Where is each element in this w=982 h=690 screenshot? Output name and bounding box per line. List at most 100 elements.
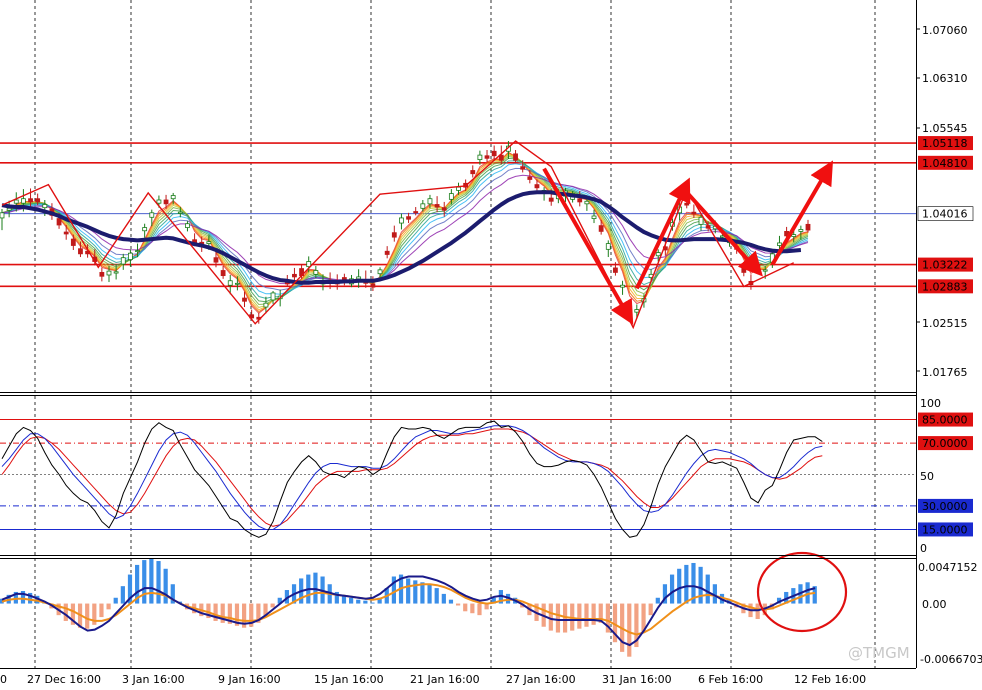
candle-body — [434, 204, 440, 208]
stochastic-panel — [0, 419, 916, 538]
candle-body — [42, 204, 48, 209]
price-level-label: 1.03222 — [922, 259, 968, 272]
osc-bar — [677, 568, 682, 604]
osc-bar — [555, 603, 561, 633]
x-tick: 31 Jan 16:00 — [602, 673, 672, 686]
osc-bar — [391, 576, 397, 604]
candle-body — [313, 270, 319, 275]
candle-body — [120, 257, 126, 265]
osc-bar — [270, 603, 275, 608]
candle-body — [13, 199, 19, 204]
osc-bar — [113, 597, 118, 604]
candle-body — [149, 212, 155, 218]
stoch-level-label: 15.0000 — [922, 523, 968, 536]
candle-body — [406, 216, 411, 220]
candle-body — [163, 199, 169, 205]
candle-body — [634, 309, 640, 313]
candle-body — [420, 203, 426, 209]
osc-bar — [548, 603, 553, 631]
candle-body — [548, 197, 554, 202]
osc-bar — [463, 603, 468, 612]
stoch-tick: 100 — [920, 397, 941, 410]
price-tick: 1.02515 — [922, 317, 968, 330]
osc-tick: 0.00 — [922, 598, 947, 611]
osc-bar — [434, 588, 439, 604]
candle-body — [620, 284, 625, 288]
osc-bar — [20, 590, 26, 604]
candle-body — [356, 276, 362, 280]
candle-body — [391, 232, 397, 238]
candle-body — [762, 269, 768, 272]
oscillator-panel — [0, 551, 848, 657]
price-tick: 1.07060 — [922, 24, 968, 37]
candle-body — [227, 280, 233, 286]
osc-bar — [120, 586, 125, 604]
candle-body — [234, 282, 240, 285]
osc-bar — [420, 582, 425, 604]
candle-body — [206, 241, 212, 244]
osc-bar — [156, 561, 161, 604]
candle-body — [20, 198, 26, 204]
stoch-level-label: 30.0000 — [922, 500, 968, 513]
candle-body — [292, 273, 297, 278]
candle-body — [170, 195, 176, 200]
candle-body — [213, 257, 219, 263]
grid-lines — [34, 0, 876, 668]
candle-body — [220, 270, 226, 277]
stoch-level-label: 70.0000 — [922, 437, 968, 450]
candle-body — [185, 223, 190, 228]
osc-bar — [477, 603, 482, 616]
candle-body — [448, 193, 454, 200]
candle-body — [127, 252, 133, 260]
osc-bar — [591, 603, 596, 625]
x-tick: 9 Jan 16:00 — [218, 673, 281, 686]
x-tick: 27 Jan 16:00 — [506, 673, 576, 686]
stoch-tick: 0 — [920, 542, 927, 555]
osc-bar — [413, 580, 418, 604]
candle-body — [56, 218, 62, 226]
osc-bar — [349, 597, 354, 604]
candle-body — [6, 207, 12, 211]
osc-bar — [99, 603, 104, 618]
candle-body — [577, 198, 583, 203]
osc-bar — [406, 578, 411, 604]
candle-body — [520, 166, 526, 170]
price-level-label: 1.05118 — [922, 137, 968, 150]
osc-bar — [648, 603, 653, 616]
price-y-axis-labels: 1.07060 1.06310 1.05545 1.02515 1.01765 — [922, 24, 968, 379]
trend-arrow — [635, 177, 691, 290]
candle-body — [484, 155, 490, 159]
candle-body — [177, 211, 183, 214]
candle-body — [755, 264, 761, 267]
candle-body — [70, 238, 76, 246]
price-tick: 1.05545 — [922, 122, 968, 135]
candle-body — [399, 217, 404, 224]
x-tick: 6 Feb 16:00 — [698, 673, 763, 686]
candle-body — [270, 292, 276, 301]
candle-body — [456, 186, 461, 191]
x-tick: 0 — [0, 673, 7, 686]
stoch-tick: 50 — [920, 470, 934, 483]
candle-body — [584, 200, 590, 205]
candle-body — [777, 242, 782, 246]
stoch-k-line — [1, 420, 823, 538]
candle-body — [605, 243, 611, 250]
candle-body — [513, 153, 518, 161]
candle-body — [534, 184, 540, 189]
price-level-label: 1.04016 — [922, 208, 968, 221]
candle-body — [691, 211, 697, 215]
osc-bar — [684, 564, 689, 604]
x-axis-labels: 0 27 Dec 16:00 3 Jan 16:00 9 Jan 16:00 1… — [0, 673, 866, 686]
osc-bar — [106, 603, 111, 610]
candle-body — [791, 234, 797, 237]
osc-bar — [341, 595, 347, 604]
osc-bar — [698, 566, 703, 604]
osc-bar — [577, 603, 582, 629]
candle-body — [113, 271, 119, 274]
candle-body — [684, 202, 690, 206]
candle-body — [591, 215, 597, 219]
candle-body — [413, 211, 419, 214]
candle-body — [613, 267, 618, 273]
osc-tick: -0.0066703 — [920, 653, 982, 666]
candle-body — [798, 229, 804, 232]
